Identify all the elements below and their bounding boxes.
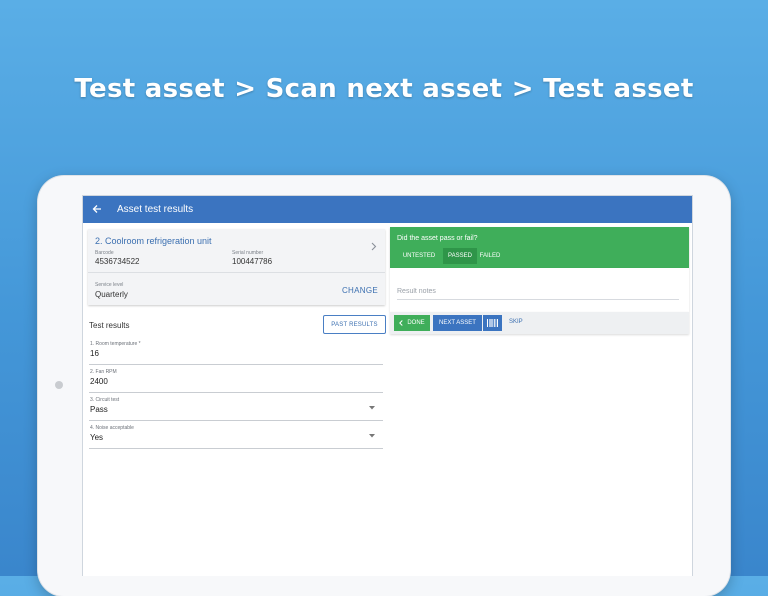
change-button[interactable]: CHANGE — [342, 286, 378, 295]
field-circuit-test[interactable]: 3. Circuit test Pass — [89, 397, 383, 421]
field-label: 4. Noise acceptable — [90, 425, 134, 431]
next-asset-button[interactable]: NEXT ASSET — [433, 315, 482, 331]
barcode-value: 4536734522 — [95, 257, 140, 266]
app-bar-title: Asset test results — [117, 204, 194, 215]
caret-down-icon — [369, 406, 375, 412]
action-bar: DONE NEXT ASSET SKIP — [390, 312, 689, 334]
service-level-row: Service level Quarterly CHANGE — [88, 273, 385, 305]
done-label: DONE — [407, 320, 425, 326]
field-value: 16 — [90, 349, 99, 358]
skip-button[interactable]: SKIP — [509, 319, 523, 325]
option-passed[interactable]: PASSED — [443, 248, 477, 264]
result-notes-area — [390, 268, 689, 312]
scan-button[interactable] — [483, 315, 502, 331]
field-room-temperature[interactable]: 1. Room temperature * 16 — [89, 341, 383, 365]
field-label: 2. Fan RPM — [90, 369, 117, 375]
field-fan-rpm[interactable]: 2. Fan RPM 2400 — [89, 369, 383, 393]
asset-card: 2. Coolroom refrigeration unit Barcode 4… — [88, 229, 385, 305]
field-value: 2400 — [90, 377, 108, 386]
app-bar: Asset test results — [83, 196, 692, 223]
chevron-right-icon — [371, 242, 377, 254]
pass-fail-question: Did the asset pass or fail? — [397, 235, 478, 242]
asset-name: 2. Coolroom refrigeration unit — [95, 236, 212, 246]
app-screen: Asset test results 2. Coolroom refrigera… — [82, 195, 693, 576]
past-results-button[interactable]: PAST RESULTS — [323, 315, 386, 334]
caret-down-icon — [369, 434, 375, 440]
option-failed[interactable]: FAILED — [477, 248, 503, 264]
service-level-label: Service level — [95, 282, 124, 288]
barcode-icon — [487, 319, 498, 327]
tablet-camera-dot — [55, 381, 63, 389]
field-noise-acceptable[interactable]: 4. Noise acceptable Yes — [89, 425, 383, 449]
field-label: 3. Circuit test — [90, 397, 120, 403]
field-value: Pass — [90, 405, 108, 414]
field-label: 1. Room temperature * — [90, 341, 141, 347]
test-results-title: Test results — [89, 321, 130, 330]
done-button[interactable]: DONE — [394, 315, 430, 331]
option-untested[interactable]: UNTESTED — [395, 248, 443, 264]
headline: Test asset > Scan next asset > Test asse… — [74, 74, 694, 104]
barcode-label: Barcode — [95, 250, 114, 256]
service-level-value: Quarterly — [95, 290, 128, 299]
asset-header[interactable]: 2. Coolroom refrigeration unit Barcode 4… — [88, 229, 385, 273]
serial-value: 100447786 — [232, 257, 273, 266]
pass-fail-card: Did the asset pass or fail? UNTESTED PAS… — [390, 227, 689, 268]
arrow-left-icon[interactable] — [83, 202, 111, 217]
chevron-left-icon — [399, 320, 403, 326]
result-notes-input[interactable] — [397, 283, 679, 300]
field-value: Yes — [90, 433, 104, 442]
serial-label: Serial number — [232, 250, 264, 256]
